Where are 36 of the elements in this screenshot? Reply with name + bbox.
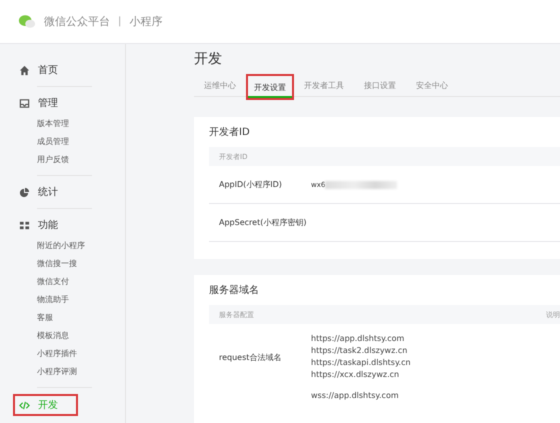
domain-url: wss://app.dlshtsy.com <box>311 390 399 402</box>
grid-icon <box>19 220 30 230</box>
field-label: request合法域名 <box>219 352 282 362</box>
domain-url: https://xcx.dlszywz.cn <box>311 369 400 381</box>
inbox-icon <box>19 98 30 108</box>
nav-subitem[interactable]: 附近的小程序 <box>37 237 125 255</box>
header-separator: | <box>118 16 122 27</box>
section-title: 服务器域名 <box>209 284 260 297</box>
platform-name: 微信公众平台 <box>44 14 110 29</box>
pie-chart-icon <box>19 186 30 198</box>
nav-subitem[interactable]: 微信支付 <box>37 273 125 291</box>
nav-subitem[interactable]: 物流助手 <box>37 291 125 309</box>
nav-subitem[interactable]: 版本管理 <box>37 115 125 133</box>
nav-item[interactable]: 统计 <box>13 182 64 202</box>
tab[interactable]: 开发设置 <box>246 74 294 100</box>
nav-subitem[interactable]: 模板消息 <box>37 327 125 345</box>
domain-url: https://app.dlshtsy.com <box>311 333 406 345</box>
domain-url: https://taskapi.dlshtsy.cn <box>311 357 411 369</box>
domain-url: https://task2.dlszywz.cn <box>311 345 408 357</box>
chat-bubbles-logo-icon <box>18 14 36 29</box>
nav-subitem[interactable]: 小程序插件 <box>37 345 125 363</box>
home-icon <box>19 64 30 76</box>
field-label: AppSecret(小程序密钥) <box>219 217 308 228</box>
nav-subitem[interactable]: 用户反馈 <box>37 151 125 169</box>
nav-item[interactable]: 管理 <box>13 93 64 113</box>
product-name: 小程序 <box>129 14 162 29</box>
code-icon <box>19 400 30 410</box>
field-label: AppID(小程序ID) <box>219 179 283 190</box>
page-title: 开发 <box>194 50 223 68</box>
nav-item[interactable]: 首页 <box>13 60 64 80</box>
nav-subitem[interactable]: 微信搜一搜 <box>37 255 125 273</box>
nav-subitem[interactable]: 小程序评测 <box>37 363 125 381</box>
nav-subitem[interactable]: 成员管理 <box>37 133 125 151</box>
section-title: 开发者ID <box>209 126 251 139</box>
nav-item[interactable]: 功能 <box>13 215 64 235</box>
nav-subitem[interactable]: 客服 <box>37 309 125 327</box>
